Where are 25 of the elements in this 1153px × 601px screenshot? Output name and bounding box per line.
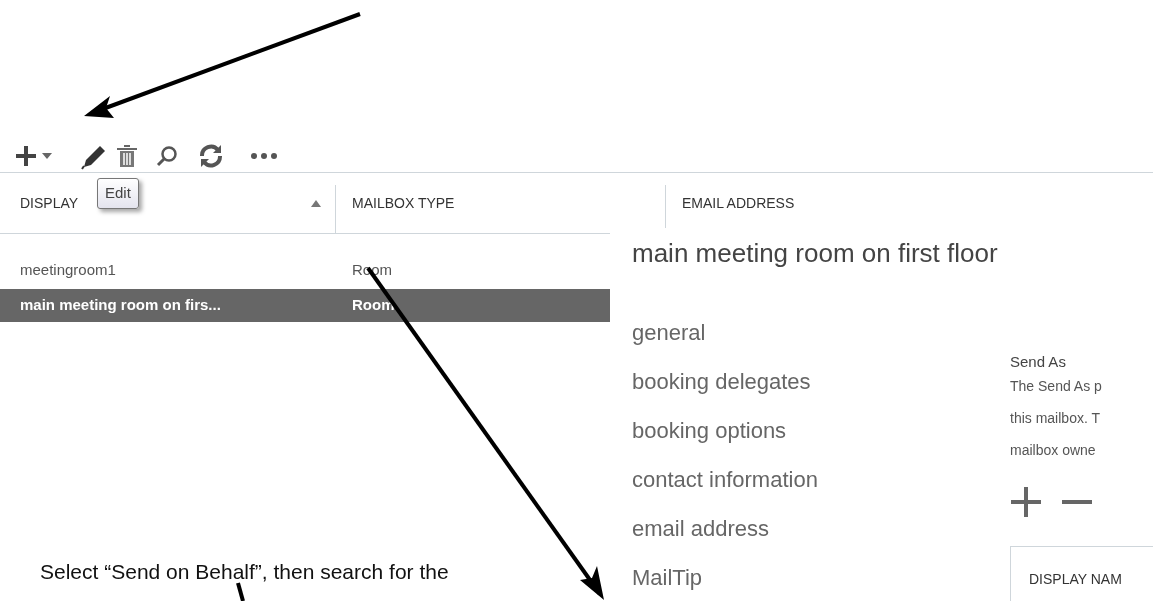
trash-icon[interactable]: [116, 144, 138, 168]
add-icon[interactable]: [14, 144, 38, 168]
column-header: DISPLAY: [20, 193, 79, 213]
table-cell-text: main meeting room on firs...: [19, 295, 222, 316]
search-icon[interactable]: [156, 145, 178, 167]
description-text: The Send As p this mailbox. T mailbox owne: [1010, 376, 1103, 460]
column-header: DISPLAY NAM: [1029, 570, 1122, 587]
caption-text: Select “Send on Behalf”, then search for the: [40, 559, 449, 585]
add-icon[interactable]: [1010, 485, 1042, 518]
more-icon[interactable]: [250, 152, 278, 160]
table-cell-text: Room: [352, 295, 395, 316]
table-cell-text: meetingroom1: [19, 260, 117, 281]
nav-link[interactable]: email address: [632, 517, 1010, 541]
column-header: MAILBOX TYPE: [352, 193, 455, 213]
refresh-icon[interactable]: [198, 144, 224, 168]
section-title: Send As: [1010, 352, 1067, 372]
tooltip: Edit: [97, 178, 139, 209]
column-header: EMAIL ADDRESS: [682, 193, 795, 213]
dialog-title: main meeting room on first floor: [631, 237, 999, 270]
nav-link[interactable]: general: [632, 321, 1010, 345]
nav-link[interactable]: MailTip: [632, 566, 1010, 590]
caret-icon[interactable]: [42, 153, 52, 159]
nav-link[interactable]: contact information: [632, 468, 1010, 492]
nav-link[interactable]: booking delegates: [632, 370, 1010, 394]
nav-link[interactable]: booking options: [632, 419, 1010, 443]
